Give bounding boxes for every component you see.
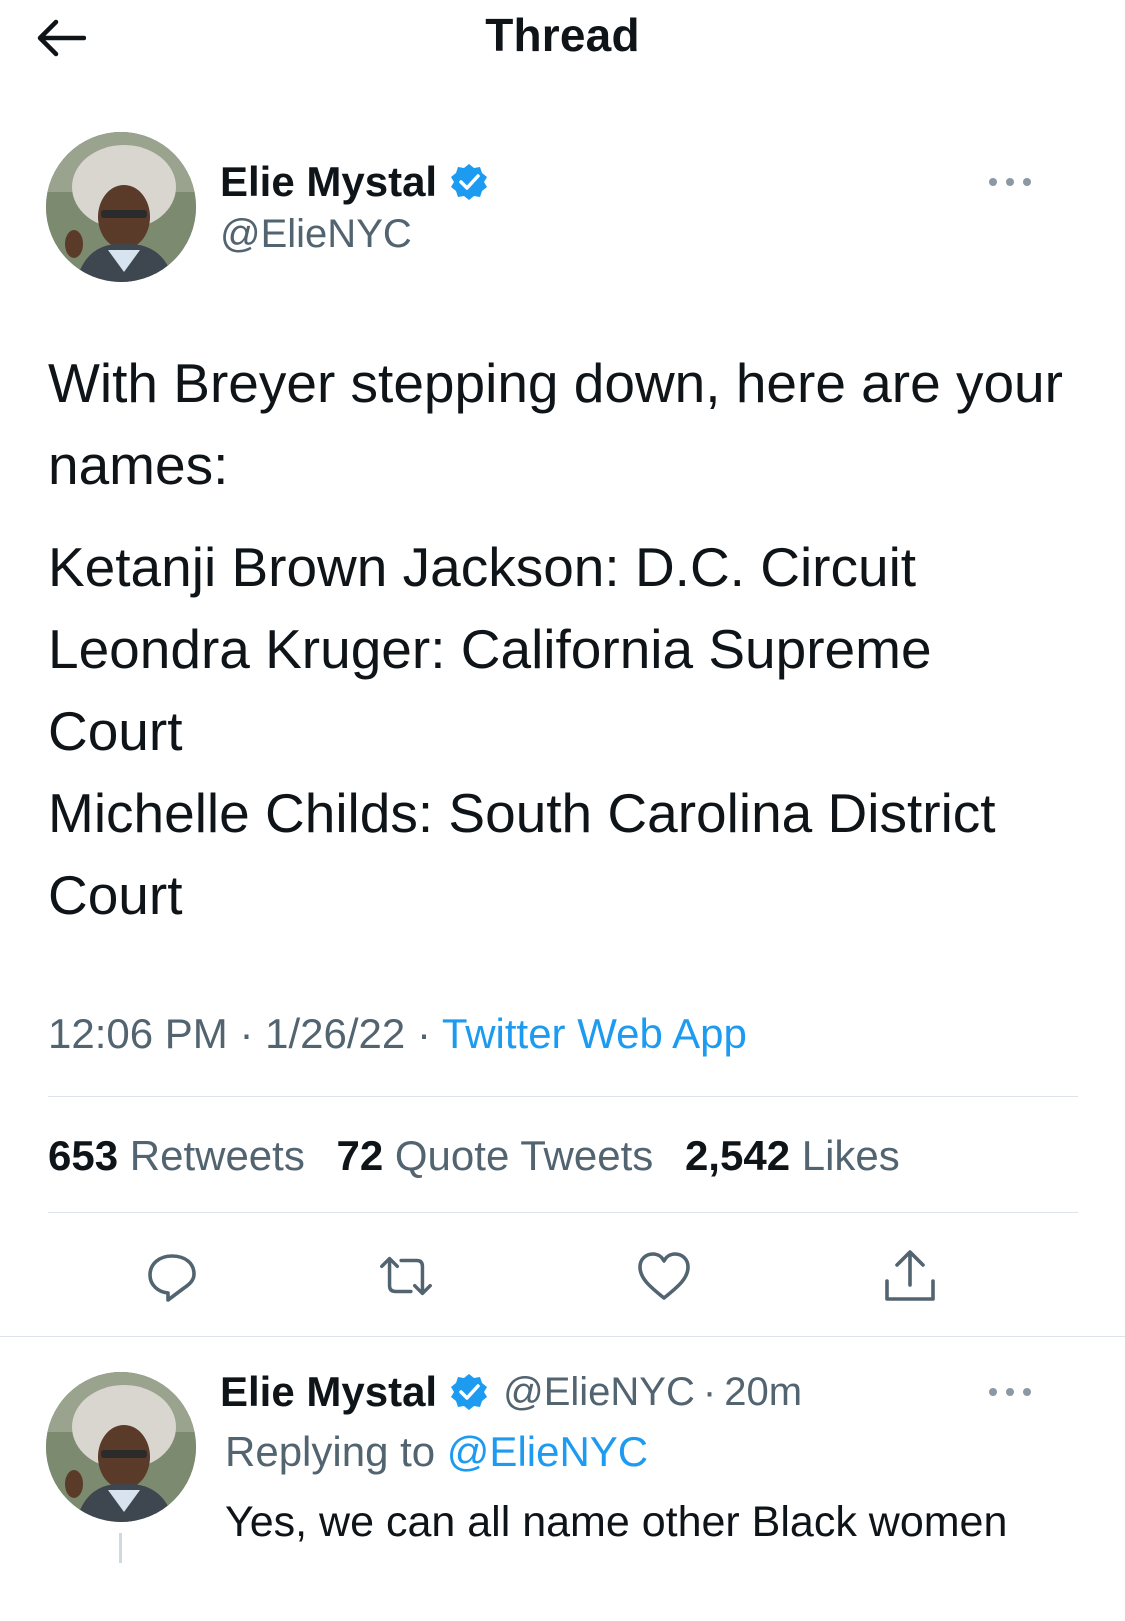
tweet-meta: 12:06 PM · 1/26/22 · Twitter Web App [48,1010,747,1058]
avatar[interactable] [46,132,196,282]
more-horizontal-icon [989,178,1031,186]
more-horizontal-icon [989,1388,1031,1396]
replying-to: Replying to @ElieNYC [225,1428,648,1476]
retweet-icon [380,1256,432,1296]
reply-tweet-text: Yes, we can all name other Black women [225,1498,1008,1546]
tweet-source-link[interactable]: Twitter Web App [442,1010,747,1057]
reply-author-row: Elie Mystal @ElieNYC · 20m [220,1368,802,1416]
reply-avatar[interactable] [46,1372,196,1522]
quote-tweets-stat[interactable]: 72 Quote Tweets [337,1132,665,1179]
divider [0,1336,1125,1337]
tweet-time[interactable]: 12:06 PM [48,1010,228,1057]
reply-author-name[interactable]: Elie Mystal [220,1368,437,1416]
stat-count: 2,542 [684,1132,791,1179]
verified-badge-icon [449,1372,489,1412]
stat-label: Quote Tweets [394,1132,654,1179]
stat-label: Likes [801,1132,900,1179]
reply-button[interactable] [142,1246,202,1306]
stat-count: 653 [48,1132,119,1179]
replying-prefix: Replying to [225,1428,436,1475]
reply-icon [148,1254,196,1302]
divider [48,1212,1078,1213]
author-row: Elie Mystal [220,158,489,206]
like-button[interactable] [634,1246,694,1306]
page-title: Thread [485,9,640,61]
share-icon [885,1250,935,1301]
reply-author-handle[interactable]: @ElieNYC [503,1370,695,1415]
meta-separator: · [702,1369,717,1414]
stat-label: Retweets [129,1132,305,1179]
tweet-paragraph: Ketanji Brown Jackson: D.C. Circuit Leon… [48,536,996,926]
meta-separator: · [416,1010,431,1057]
retweets-stat[interactable]: 653 Retweets [48,1132,317,1179]
reply-age[interactable]: 20m [724,1370,802,1415]
author-name[interactable]: Elie Mystal [220,158,437,206]
verified-badge-icon [449,162,489,202]
tweet-text: With Breyer stepping down, here are your… [48,342,1068,936]
like-icon [638,1252,690,1300]
author-handle[interactable]: @ElieNYC [220,212,412,257]
thread-connector-line [119,1533,122,1563]
share-button[interactable] [880,1246,940,1306]
divider [48,1096,1078,1097]
tweet-stats: 653 Retweets 72 Quote Tweets 2,542 Likes [48,1132,920,1180]
replying-to-mention[interactable]: @ElieNYC [447,1428,648,1475]
retweet-button[interactable] [376,1246,436,1306]
tweet-date[interactable]: 1/26/22 [265,1010,405,1057]
top-bar: Thread [0,0,1125,78]
more-options-button[interactable] [980,162,1040,202]
meta-separator: · [239,1010,254,1057]
tweet-paragraph: With Breyer stepping down, here are your… [48,352,1063,496]
reply-more-options-button[interactable] [980,1372,1040,1412]
stat-count: 72 [336,1132,384,1179]
likes-stat[interactable]: 2,542 Likes [685,1132,900,1179]
